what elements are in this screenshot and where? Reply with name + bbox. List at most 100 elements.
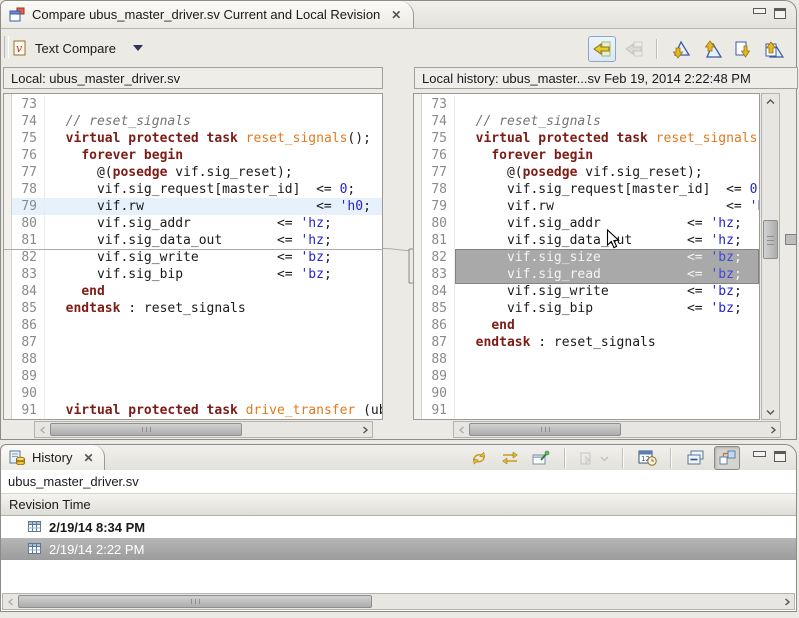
code-line[interactable]: 87	[12, 334, 382, 351]
scrollbar-thumb[interactable]	[763, 220, 778, 259]
right-horizontal-scrollbar[interactable]	[453, 421, 781, 438]
code-line[interactable]: 89	[12, 368, 382, 385]
compare-mode-selector[interactable]: v Text Compare	[13, 36, 143, 60]
code-line[interactable]: 83 vif.sig_bip <= 'bz;	[12, 266, 382, 283]
history-row[interactable]: 2/19/14 2:22 PM	[1, 538, 796, 560]
pin-view-button[interactable]	[529, 447, 553, 469]
code-line[interactable]: 85 endtask : reset_signals	[12, 300, 382, 317]
code-line[interactable]: 84 end	[12, 283, 382, 300]
maximize-icon[interactable]	[774, 8, 786, 19]
code-line[interactable]: 76 forever begin	[422, 147, 759, 164]
history-horizontal-scrollbar[interactable]	[2, 593, 795, 610]
maximize-icon[interactable]	[774, 451, 786, 462]
scrollbar-thumb[interactable]	[50, 423, 242, 436]
code-line[interactable]: 90	[12, 385, 382, 402]
code-line[interactable]: 73	[422, 96, 759, 113]
scroll-right-icon[interactable]	[779, 594, 794, 609]
code-line[interactable]: 75 virtual protected task reset_signals(…	[422, 130, 759, 147]
line-number: 74	[422, 113, 455, 130]
compare-toolbar	[588, 36, 786, 62]
code-text: vif.sig_read <= 'bz;	[455, 266, 759, 283]
line-number: 88	[422, 351, 455, 368]
line-number: 84	[12, 283, 45, 300]
minimize-icon[interactable]	[753, 8, 766, 14]
code-line[interactable]: 88	[422, 351, 759, 368]
code-line[interactable]: 75 virtual protected task reset_signals(…	[12, 130, 382, 147]
scroll-left-icon[interactable]	[3, 594, 18, 609]
line-number: 86	[422, 317, 455, 334]
code-line[interactable]: 86	[12, 317, 382, 334]
code-line[interactable]: 87 endtask : reset_signals	[422, 334, 759, 351]
minimize-icon[interactable]	[753, 451, 766, 457]
chevron-down-icon[interactable]	[133, 45, 143, 51]
code-line[interactable]: 73	[12, 96, 382, 113]
next-change-button[interactable]	[729, 37, 755, 61]
code-line[interactable]: 91	[422, 402, 759, 419]
code-line[interactable]: 78 vif.sig_request[master_id] <= 0;	[422, 181, 759, 198]
copy-current-right-to-left-button[interactable]	[621, 37, 647, 61]
line-number: 81	[12, 232, 45, 249]
diff-overview-marker[interactable]	[785, 234, 797, 245]
code-line[interactable]: 76 forever begin	[12, 147, 382, 164]
code-pane-local[interactable]: 7374 // reset_signals75 virtual protecte…	[3, 93, 383, 420]
revision-time-label: 2/19/14 2:22 PM	[49, 542, 144, 557]
code-line[interactable]: 81 vif.sig_data_out <= 'hz;	[12, 232, 382, 249]
scrollbar-thumb[interactable]	[18, 595, 372, 608]
overview-ruler[interactable]	[782, 93, 798, 420]
scroll-left-icon[interactable]	[35, 422, 50, 437]
code-line[interactable]: 79 vif.rw <= 'h0;	[422, 198, 759, 215]
code-pane-history[interactable]: 7374 // reset_signals75 virtual protecte…	[413, 93, 760, 420]
scroll-right-icon[interactable]	[765, 422, 780, 437]
code-line[interactable]: 78 vif.sig_request[master_id] <= 0;	[12, 181, 382, 198]
history-row[interactable]: 2/19/14 8:34 PM	[1, 516, 796, 538]
code-line[interactable]: 82 vif.sig_size <= 'bz;	[422, 249, 759, 266]
scrollbar-thumb[interactable]	[469, 423, 621, 436]
history-tab[interactable]: History ✕	[1, 445, 105, 470]
code-line[interactable]: 91 virtual protected task drive_transfer…	[12, 402, 382, 419]
close-icon[interactable]: ✕	[83, 452, 93, 464]
compare-editor-tab[interactable]: Compare ubus_master_driver.sv Current an…	[1, 1, 414, 28]
scroll-right-icon[interactable]	[357, 422, 372, 437]
code-line[interactable]: 80 vif.sig_addr <= 'hz;	[422, 215, 759, 232]
previous-change-button[interactable]	[760, 37, 786, 61]
compare-with-button[interactable]	[577, 447, 611, 469]
code-line[interactable]: 80 vif.sig_addr <= 'hz;	[12, 215, 382, 232]
collapse-all-button[interactable]	[683, 447, 707, 469]
code-line[interactable]: 77 @(posedge vif.sig_reset);	[12, 164, 382, 181]
code-line[interactable]: 86 end	[422, 317, 759, 334]
code-line[interactable]: 79 vif.rw <= 'h0;	[12, 198, 382, 215]
revision-time-column-header[interactable]: Revision Time	[1, 494, 796, 516]
previous-difference-button[interactable]	[698, 37, 724, 61]
toolbar-drag-handle[interactable]	[4, 36, 9, 58]
code-line[interactable]: 77 @(posedge vif.sig_reset);	[422, 164, 759, 181]
code-line[interactable]: 89	[422, 368, 759, 385]
code-text: vif.sig_request[master_id] <= 0;	[455, 181, 759, 198]
code-line[interactable]: 81 vif.sig_data_out <= 'hz;	[422, 232, 759, 249]
toolbar-separator	[564, 448, 566, 468]
code-line[interactable]: 88	[12, 351, 382, 368]
scroll-up-icon[interactable]	[762, 94, 779, 109]
scroll-left-icon[interactable]	[454, 422, 469, 437]
code-text: virtual protected task drive_transfer (u…	[45, 402, 382, 419]
left-horizontal-scrollbar[interactable]	[34, 421, 373, 438]
group-by-date-button[interactable]: 12	[635, 447, 659, 469]
line-number: 89	[422, 368, 455, 385]
link-with-editor-button[interactable]	[498, 447, 522, 469]
code-text	[455, 96, 759, 113]
revision-table-icon	[28, 543, 42, 555]
compare-mode-toggle-button[interactable]	[714, 446, 740, 470]
history-icon	[9, 450, 25, 465]
code-line[interactable]: 83 vif.sig_read <= 'bz;	[422, 266, 759, 283]
close-icon[interactable]: ✕	[391, 9, 401, 21]
code-line[interactable]: 74 // reset_signals	[422, 113, 759, 130]
code-line[interactable]: 85 vif.sig_bip <= 'bz;	[422, 300, 759, 317]
code-line[interactable]: 84 vif.sig_write <= 'bz;	[422, 283, 759, 300]
code-line[interactable]: 74 // reset_signals	[12, 113, 382, 130]
copy-all-right-to-left-button[interactable]	[588, 36, 616, 62]
code-line[interactable]: 82 vif.sig_write <= 'bz;	[12, 249, 382, 266]
code-line[interactable]: 90	[422, 385, 759, 402]
scroll-down-icon[interactable]	[762, 404, 779, 419]
refresh-button[interactable]	[467, 447, 491, 469]
right-vertical-scrollbar[interactable]	[761, 93, 780, 420]
next-difference-button[interactable]	[667, 37, 693, 61]
